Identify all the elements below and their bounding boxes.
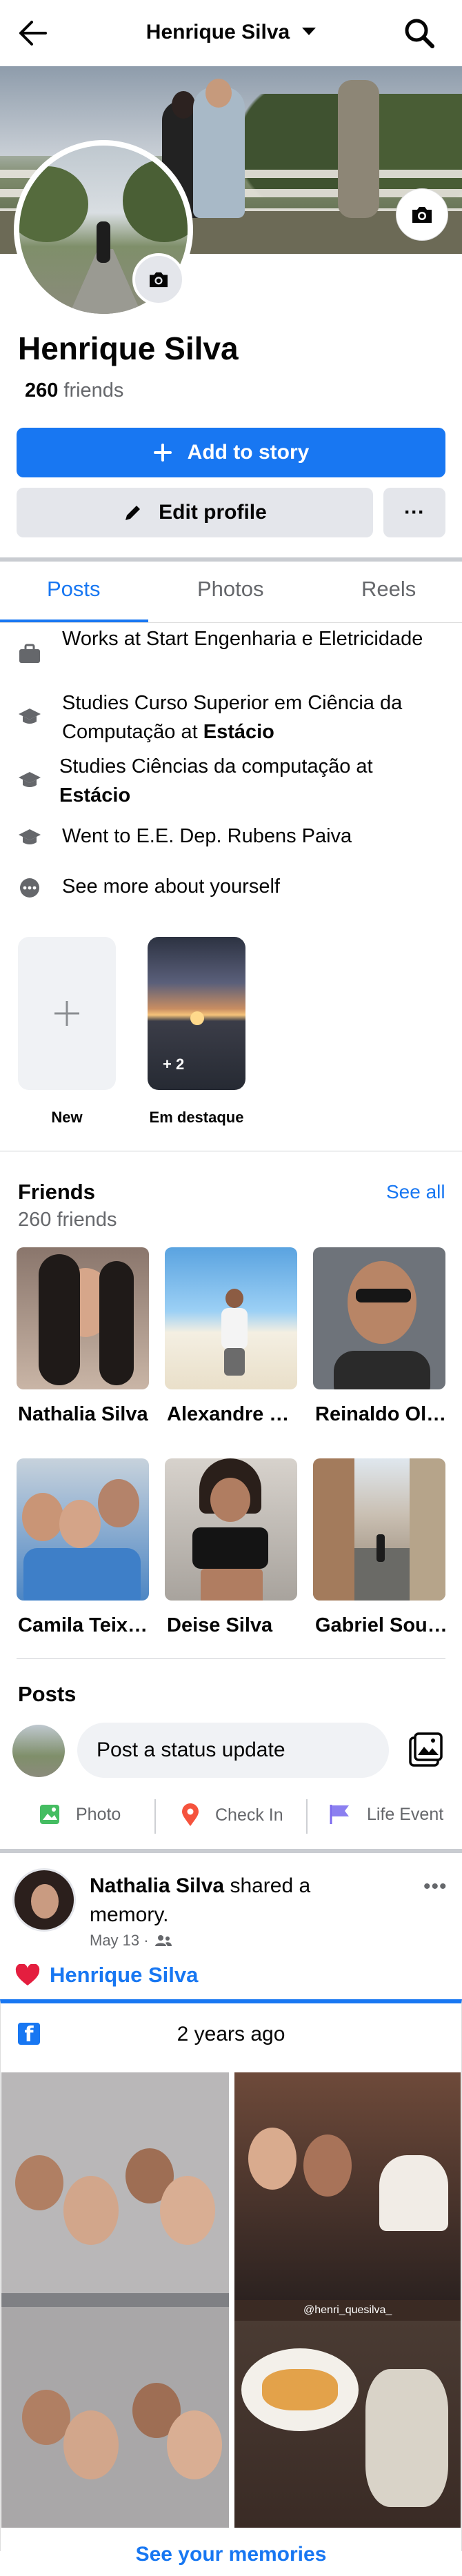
post-options-icon[interactable]: ••• xyxy=(423,1875,448,1899)
camera-icon xyxy=(150,272,168,288)
friend-name[interactable]: Alexandre Santos xyxy=(167,1403,302,1426)
featured-highlight-label: Em destaque xyxy=(149,1109,244,1126)
friend-photo[interactable] xyxy=(313,1458,445,1601)
friend-photo[interactable] xyxy=(17,1247,149,1389)
new-highlight-button[interactable] xyxy=(18,937,116,1090)
more-circle-icon xyxy=(20,878,39,898)
memory-photo-right[interactable]: @henri_quesilva_ xyxy=(234,2072,461,2528)
add-to-story-button[interactable]: Add to story xyxy=(17,428,445,477)
graduation-cap-icon xyxy=(19,829,41,844)
section-divider xyxy=(0,1849,462,1853)
photo-action-button[interactable]: Photo xyxy=(39,1803,121,1825)
briefcase-icon xyxy=(19,644,40,663)
posts-section-title: Posts xyxy=(18,1682,77,1706)
friend-name[interactable]: Reinaldo Oliveira xyxy=(315,1403,448,1426)
graduation-cap-icon xyxy=(19,772,41,787)
plus-icon xyxy=(54,1001,79,1026)
friend-photo[interactable] xyxy=(17,1458,149,1601)
chevron-down-icon xyxy=(302,27,317,35)
friend-name[interactable]: Gabriel Souza xyxy=(315,1614,448,1637)
header-title-dropdown[interactable]: Henrique Silva xyxy=(0,21,462,44)
header-title: Henrique Silva xyxy=(145,21,290,43)
life-event-action-button[interactable]: Life Event xyxy=(328,1803,443,1825)
friends-section-title: Friends xyxy=(18,1180,95,1204)
profile-tabs: Posts Photos Reels xyxy=(0,563,462,624)
tab-photos[interactable]: Photos xyxy=(197,577,264,602)
friend-photo[interactable] xyxy=(313,1247,445,1389)
graduation-cap-icon xyxy=(19,709,41,724)
post-meta: May 13 · xyxy=(90,1932,172,1950)
featured-highlight[interactable]: + 2 xyxy=(148,937,245,1090)
avatar[interactable] xyxy=(12,1868,76,1932)
plus-icon xyxy=(153,443,172,462)
status-update-input[interactable]: Post a status update xyxy=(77,1723,389,1778)
friend-name[interactable]: Deise Silva xyxy=(167,1614,302,1637)
pencil-icon xyxy=(123,502,143,523)
edit-avatar-camera-button[interactable] xyxy=(132,253,185,306)
flag-icon xyxy=(328,1803,352,1825)
see-all-friends-link[interactable]: See all xyxy=(386,1181,445,1203)
friend-name[interactable]: Camila Teixeira xyxy=(18,1614,153,1637)
heart-icon xyxy=(15,1964,40,1986)
section-divider xyxy=(0,557,462,562)
friends-count-label: 260 friends xyxy=(18,1209,117,1231)
friend-name[interactable]: Nathalia Silva xyxy=(18,1403,153,1426)
check-in-action-button[interactable]: Check In xyxy=(181,1803,283,1827)
new-highlight-label: New xyxy=(51,1109,83,1126)
avatar[interactable] xyxy=(12,1725,65,1777)
friend-photo[interactable] xyxy=(165,1458,297,1601)
friend-photo[interactable] xyxy=(165,1247,297,1389)
memory-years-ago: 2 years ago xyxy=(177,2023,285,2045)
more-options-button[interactable]: ··· xyxy=(383,488,445,537)
tab-reels[interactable]: Reels xyxy=(361,577,416,602)
tab-posts[interactable]: Posts xyxy=(47,577,101,602)
see-your-memories-link[interactable]: See your memories xyxy=(0,2543,462,2566)
edit-profile-button[interactable]: Edit profile xyxy=(17,488,373,537)
friends-audience-icon xyxy=(154,1934,172,1947)
location-pin-icon xyxy=(181,1803,200,1827)
top-bar: Henrique Silva xyxy=(0,0,462,66)
add-photo-icon[interactable] xyxy=(407,1732,444,1769)
edit-cover-camera-button[interactable] xyxy=(396,188,448,241)
profile-name: Henrique Silva xyxy=(18,330,239,366)
photo-icon xyxy=(39,1803,61,1825)
tagged-user[interactable]: Henrique Silva xyxy=(15,1963,198,1988)
profile-friends-count[interactable]: 260 friends xyxy=(25,379,123,402)
search-icon[interactable] xyxy=(403,17,435,49)
memory-photo-left[interactable] xyxy=(1,2072,229,2528)
post-header: Nathalia Silva shared a memory. xyxy=(90,1874,311,1926)
camera-icon xyxy=(412,207,432,223)
